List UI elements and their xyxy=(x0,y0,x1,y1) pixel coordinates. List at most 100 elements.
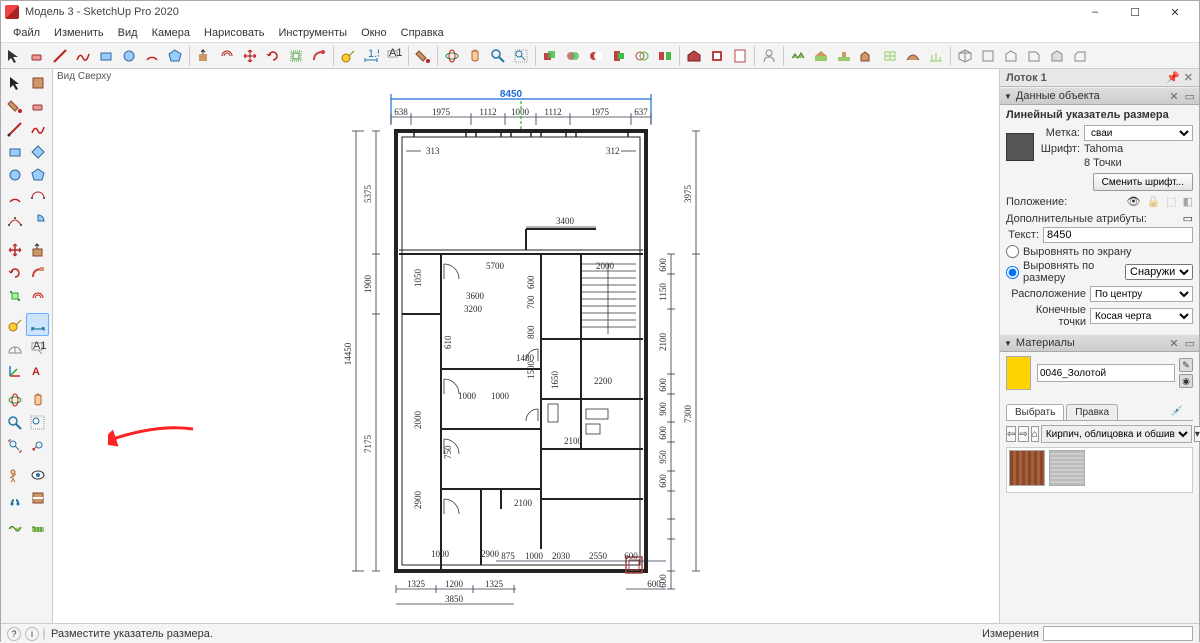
eraser-tool[interactable] xyxy=(26,94,49,117)
orbit-tool[interactable] xyxy=(3,388,26,411)
rotate-tool[interactable] xyxy=(3,261,26,284)
zoom-tool[interactable] xyxy=(3,411,26,434)
orbit-tool-icon[interactable] xyxy=(441,45,463,67)
text-tool-icon[interactable]: A1 xyxy=(383,45,405,67)
arc-tool[interactable] xyxy=(3,186,26,209)
view-right-icon[interactable] xyxy=(1023,45,1045,67)
3pt-arc-tool[interactable] xyxy=(3,209,26,232)
sandbox-3-icon[interactable] xyxy=(833,45,855,67)
menu-edit[interactable]: Изменить xyxy=(48,25,110,41)
menu-window[interactable]: Окно xyxy=(355,25,393,41)
paint-bucket-tool[interactable] xyxy=(3,94,26,117)
previous-view-tool[interactable] xyxy=(26,434,49,457)
rotated-rect-tool[interactable] xyxy=(26,140,49,163)
cast-toggle-icon[interactable]: ◧ xyxy=(1183,195,1193,208)
split-icon[interactable] xyxy=(654,45,676,67)
sandbox-scratch-tool[interactable] xyxy=(26,515,49,538)
menu-camera[interactable]: Камера xyxy=(146,25,196,41)
offset-tool-icon[interactable] xyxy=(216,45,238,67)
scale-tool-icon[interactable] xyxy=(285,45,307,67)
text-tool[interactable]: A1 xyxy=(26,336,49,359)
zoom-extents-icon[interactable] xyxy=(510,45,532,67)
endpoints-select[interactable]: Косая черта xyxy=(1090,308,1193,324)
arc-tool-icon[interactable] xyxy=(141,45,163,67)
material-thumb-2[interactable] xyxy=(1049,450,1085,486)
default-material-icon[interactable]: ◉ xyxy=(1179,374,1193,388)
select-tool[interactable] xyxy=(3,71,26,94)
view-top-icon[interactable] xyxy=(977,45,999,67)
dim-text-input[interactable] xyxy=(1043,227,1193,243)
rectangle-tool-icon[interactable] xyxy=(95,45,117,67)
visibility-toggle-icon[interactable]: 👁 xyxy=(1127,195,1141,208)
3d-text-tool[interactable]: A xyxy=(26,359,49,382)
tape-tool-icon[interactable] xyxy=(337,45,359,67)
menu-help[interactable]: Справка xyxy=(395,25,450,41)
outer-shell-icon[interactable] xyxy=(539,45,561,67)
materials-fwd-icon[interactable]: ⇨ xyxy=(1018,426,1028,442)
layout-icon[interactable] xyxy=(729,45,751,67)
align-dim-radio[interactable] xyxy=(1006,266,1019,279)
look-around-tool[interactable] xyxy=(26,463,49,486)
sandbox-contours-tool[interactable] xyxy=(3,515,26,538)
dimension-tool-icon[interactable]: 1.5 xyxy=(360,45,382,67)
attrs-expand-icon[interactable]: ▭ xyxy=(1183,212,1193,225)
eyedropper-icon[interactable]: 💉 xyxy=(1163,404,1191,420)
menu-view[interactable]: Вид xyxy=(112,25,144,41)
panel-close-icon[interactable]: ✕ xyxy=(1169,337,1178,350)
circle-tool[interactable] xyxy=(3,163,26,186)
move-tool-icon[interactable] xyxy=(239,45,261,67)
sandbox-6-icon[interactable] xyxy=(902,45,924,67)
followme-tool-icon[interactable] xyxy=(308,45,330,67)
align-dim-select[interactable]: Снаружи xyxy=(1125,264,1193,280)
sandbox-2-icon[interactable] xyxy=(810,45,832,67)
pan-tool-icon[interactable] xyxy=(464,45,486,67)
shadow-toggle-icon[interactable]: ⬚ xyxy=(1166,195,1176,208)
current-material-swatch[interactable] xyxy=(1006,356,1031,390)
followme-tool[interactable] xyxy=(26,261,49,284)
rotate-tool-icon[interactable] xyxy=(262,45,284,67)
sandbox-5-icon[interactable] xyxy=(879,45,901,67)
material-thumb-1[interactable] xyxy=(1009,450,1045,486)
material-name-input[interactable] xyxy=(1037,364,1175,382)
view-back-icon[interactable] xyxy=(1046,45,1068,67)
person-icon[interactable] xyxy=(758,45,780,67)
paint-tool-icon[interactable] xyxy=(412,45,434,67)
view-left-icon[interactable] xyxy=(1069,45,1091,67)
align-screen-radio[interactable] xyxy=(1006,245,1019,258)
polygon-tool[interactable] xyxy=(26,163,49,186)
zoom-extents-tool[interactable] xyxy=(3,434,26,457)
walk-tool[interactable] xyxy=(3,486,26,509)
freehand-tool-icon[interactable] xyxy=(72,45,94,67)
menu-tools[interactable]: Инструменты xyxy=(272,25,353,41)
panel-min-icon[interactable]: ▭ xyxy=(1185,337,1195,350)
materials-back-icon[interactable]: ⇦ xyxy=(1006,426,1016,442)
intersect-icon[interactable] xyxy=(631,45,653,67)
tray-close-icon[interactable]: ✕ xyxy=(1184,71,1193,84)
pie-tool[interactable] xyxy=(26,209,49,232)
info-icon[interactable]: i xyxy=(25,627,39,641)
entity-material-swatch[interactable] xyxy=(1006,133,1034,161)
sandbox-1-icon[interactable] xyxy=(787,45,809,67)
dimension-tool[interactable] xyxy=(26,313,49,336)
eraser-tool-icon[interactable] xyxy=(26,45,48,67)
viewport[interactable]: Вид Сверху 8450 xyxy=(53,69,999,623)
warehouse-icon[interactable] xyxy=(683,45,705,67)
materials-category-select[interactable]: Кирпич, облицовка и обшив xyxy=(1041,425,1192,443)
line-tool-icon[interactable] xyxy=(49,45,71,67)
close-button[interactable]: ✕ xyxy=(1155,1,1195,23)
materials-menu-icon[interactable]: ▾ xyxy=(1194,426,1200,442)
lock-toggle-icon[interactable]: 🔒 xyxy=(1146,195,1160,208)
tray-title[interactable]: Лоток 1 📌✕ xyxy=(1000,69,1199,87)
freehand-tool[interactable] xyxy=(26,117,49,140)
menu-file[interactable]: Файл xyxy=(7,25,46,41)
panel-close-icon[interactable]: ✕ xyxy=(1169,90,1178,103)
union-icon[interactable] xyxy=(562,45,584,67)
materials-tab-edit[interactable]: Правка xyxy=(1066,404,1118,420)
view-iso-icon[interactable] xyxy=(954,45,976,67)
tray-pin-icon[interactable]: 📌 xyxy=(1166,71,1180,84)
section-tool[interactable] xyxy=(26,486,49,509)
zoom-tool-icon[interactable] xyxy=(487,45,509,67)
create-material-icon[interactable]: ✎ xyxy=(1179,358,1193,372)
move-tool[interactable] xyxy=(3,238,26,261)
polygon-tool-icon[interactable] xyxy=(164,45,186,67)
